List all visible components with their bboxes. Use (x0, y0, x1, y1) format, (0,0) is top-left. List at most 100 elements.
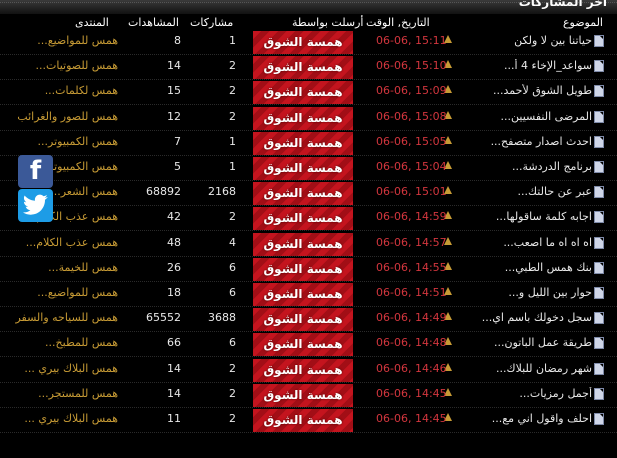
views-count: 7 (174, 134, 181, 148)
topic-link[interactable]: سواعد_الإخاء 4 أ... (472, 59, 604, 73)
forum-link[interactable]: همس لكلمات... (6, 84, 118, 97)
post-datetime: 06-06, 15:08 (376, 109, 447, 123)
topic-link[interactable]: حوار بين الليل و... (472, 286, 604, 299)
posts-count: 2 (229, 412, 236, 425)
twitter-button[interactable] (18, 189, 53, 222)
document-icon (594, 337, 604, 350)
topic-link[interactable]: شهر رمضان للبلاك... (472, 362, 604, 375)
table-row: أجمل رمزيات... 06-06, 14:45 همسة الشوق 2 14 ه… (0, 383, 617, 408)
post-datetime: 06-06, 14:48 (376, 336, 447, 350)
table-row: سواعد_الإخاء 4 أ... 06-06, 15:10 همسة الشو… (0, 55, 617, 81)
posts-count: 1 (229, 160, 236, 173)
forum-link[interactable]: همس للصوتيات... (6, 59, 118, 72)
table-row: حياتنا بين لا ولكن 06-06, 15:11 همسة الشوق… (0, 30, 617, 55)
header-datetime: التاريخ, الوقت (366, 16, 430, 29)
twitter-icon (23, 194, 48, 215)
forum-link[interactable]: همس البلاك بيري ... (6, 412, 118, 425)
topic-title: سجل دخولك باسم اي... (481, 311, 592, 325)
header-posts: مشاركات (190, 16, 234, 29)
poster-link[interactable]: همسة الشوق (253, 333, 353, 357)
poster-link[interactable]: همسة الشوق (253, 257, 353, 281)
forum-link[interactable]: همس للمستجر... (6, 387, 118, 400)
posts-count: 2 (229, 59, 236, 73)
poster-link[interactable]: همسة الشوق (253, 409, 353, 432)
forum-link[interactable]: همس للمواضيع... (6, 34, 118, 47)
topic-title: سواعد_الإخاء 4 أ... (504, 59, 592, 73)
poster-link[interactable]: همسة الشوق (253, 131, 353, 155)
topic-title: أجمل رمزيات... (519, 386, 592, 400)
poster-link[interactable]: همسة الشوق (253, 81, 353, 105)
poster-link[interactable]: همسة الشوق (253, 383, 353, 407)
forum-link[interactable]: همس الكمبيوتر... (6, 135, 118, 148)
document-icon (594, 161, 604, 173)
table-row: بنك همس الطبي... 06-06, 14:55 همسة الشوق 6 2… (0, 257, 617, 282)
topic-link[interactable]: عبر عن حالتك... (472, 185, 604, 199)
poster-link[interactable]: همسة الشوق (253, 358, 353, 382)
document-icon (594, 312, 604, 325)
views-count: 42 (167, 210, 181, 224)
document-icon (594, 60, 604, 73)
poster-link[interactable]: همسة الشوق (253, 232, 353, 256)
views-count: 65552 (146, 311, 181, 325)
views-count: 26 (167, 260, 181, 274)
topic-link[interactable]: طريقة عمل الباتون... (472, 336, 604, 350)
topic-link[interactable]: بنك همس الطبي... (472, 261, 604, 274)
poster-link[interactable]: همسة الشوق (253, 56, 353, 80)
topic-title: اجابه كلمة ساقولها... (495, 210, 592, 224)
topic-title: المرضى النفسيين... (500, 109, 592, 123)
document-icon (594, 236, 604, 249)
topic-link[interactable]: المرضى النفسيين... (472, 110, 604, 123)
poster-link[interactable]: همسة الشوق (253, 106, 353, 130)
topic-link[interactable]: أجمل رمزيات... (472, 387, 604, 400)
forum-link[interactable]: همس للصور والغرائب (6, 110, 118, 123)
views-count: 8 (174, 34, 181, 47)
views-count: 48 (167, 235, 181, 249)
posts-count: 1 (229, 34, 236, 47)
section-header-bar: اخر المشاركات (0, 0, 617, 14)
forum-link[interactable]: همس للمواضيع... (6, 286, 118, 299)
forum-link[interactable]: همس للمطبخ... (6, 336, 118, 349)
posts-count: 2 (229, 386, 236, 400)
document-icon (594, 110, 604, 123)
topic-link[interactable]: احلف واقول اني مع... (472, 412, 604, 425)
posts-count: 2 (229, 210, 236, 224)
topic-title: طويل الشوق لأحمد... (493, 84, 592, 98)
topic-link[interactable]: سجل دخولك باسم اي... (472, 311, 604, 325)
poster-link[interactable]: همسة الشوق (253, 283, 353, 306)
document-icon (594, 85, 604, 98)
views-count: 66 (167, 336, 181, 350)
document-icon (594, 186, 604, 199)
facebook-button[interactable]: f (18, 155, 53, 188)
poster-link[interactable]: همسة الشوق (253, 31, 353, 54)
topic-link[interactable]: احدث اصدار متصفح... (472, 135, 604, 148)
poster-link[interactable]: همسة الشوق (253, 207, 353, 231)
topic-title: احلف واقول اني مع... (491, 412, 592, 425)
views-count: 14 (167, 59, 181, 73)
topic-link[interactable]: حياتنا بين لا ولكن (472, 34, 604, 47)
forum-link[interactable]: همس للخيمة... (6, 261, 118, 274)
views-count: 12 (167, 109, 181, 123)
forum-link[interactable]: همس البلاك بيري ... (6, 362, 118, 375)
topic-link[interactable]: اجابه كلمة ساقولها... (472, 210, 604, 224)
topic-link[interactable]: برنامج الدردشة... (472, 160, 604, 173)
table-row: طريقة عمل الباتون... 06-06, 14:48 همسة الش… (0, 332, 617, 358)
views-count: 14 (167, 386, 181, 400)
posts-count: 6 (229, 260, 236, 274)
document-icon (594, 211, 604, 224)
post-datetime: 06-06, 15:04 (376, 160, 447, 173)
post-datetime: 06-06, 14:46 (376, 361, 447, 375)
poster-link[interactable]: همسة الشوق (253, 182, 353, 206)
poster-link[interactable]: همسة الشوق (253, 157, 353, 180)
document-icon (594, 413, 604, 425)
header-views: المشاهدات (128, 16, 179, 29)
forum-link[interactable]: همس عذب الكلام... (6, 236, 118, 249)
forum-link[interactable]: همس للسياحه والسفر (6, 311, 118, 324)
poster-link[interactable]: همسة الشوق (253, 308, 353, 332)
topic-link[interactable]: طويل الشوق لأحمد... (472, 84, 604, 98)
post-datetime: 06-06, 15:10 (376, 59, 447, 73)
posts-count: 2 (229, 361, 236, 375)
topic-link[interactable]: اه اه اه ما اصعب... (472, 236, 604, 249)
views-count: 18 (167, 286, 181, 299)
topic-title: احدث اصدار متصفح... (490, 134, 592, 148)
posts-count: 6 (229, 286, 236, 299)
